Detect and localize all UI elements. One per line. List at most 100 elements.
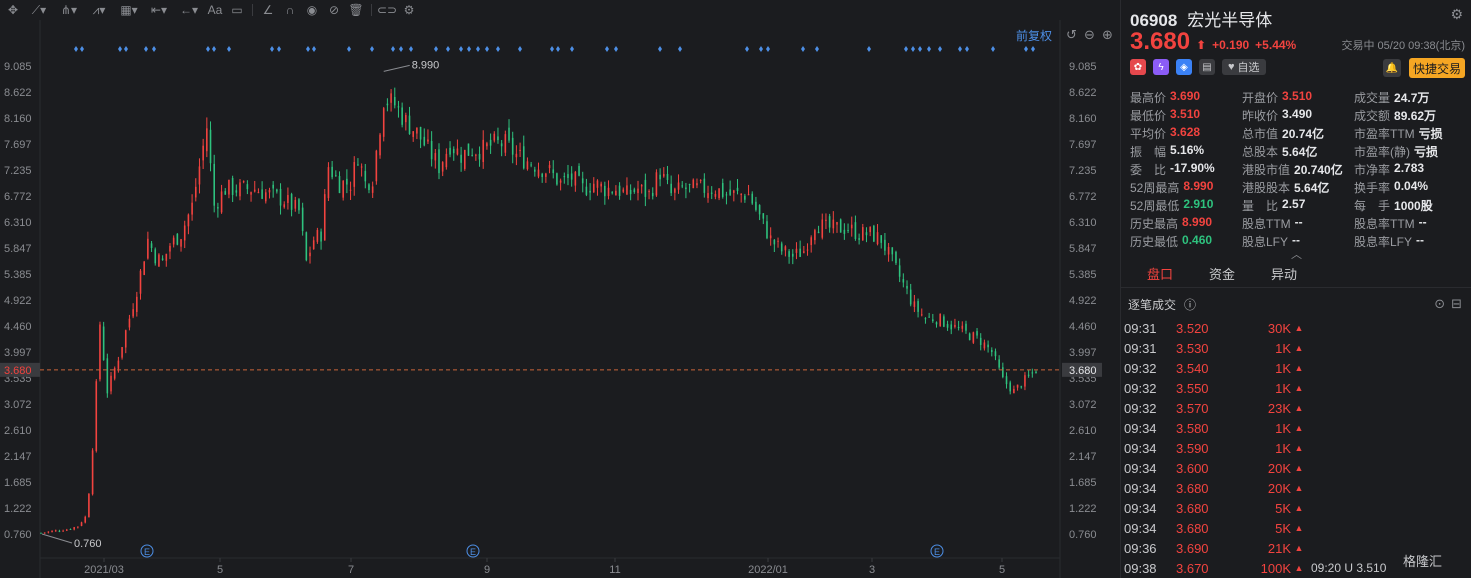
zoom-out-icon[interactable]: ⊖ bbox=[1084, 27, 1095, 43]
candle-body bbox=[475, 154, 477, 156]
candle-body bbox=[58, 530, 61, 532]
dividend-marker bbox=[745, 46, 749, 52]
candle-body bbox=[939, 313, 941, 326]
y-tick-label-left: 2.147 bbox=[4, 451, 32, 463]
candle-body bbox=[891, 247, 894, 255]
stat-label: 52周最低 bbox=[1130, 198, 1180, 213]
stat-value: -17.90% bbox=[1170, 160, 1215, 175]
chart-area[interactable]: ✥ ⟋▾ ⋔▾ ⩘▾ ▦▾ ⇤▾ ←▾ Aa ▭ ∠ ∩ ◉ ⊘ 🗑 ⊂⊃ ⚙ … bbox=[0, 0, 1120, 578]
hk-flag-icon[interactable]: ✿ bbox=[1130, 59, 1146, 75]
panel-tab[interactable]: 盘口 bbox=[1129, 262, 1191, 287]
collapse-chevron-icon[interactable]: ︿ bbox=[1291, 246, 1302, 262]
candle-body bbox=[65, 529, 68, 531]
candle-body bbox=[607, 187, 610, 197]
candle-body bbox=[666, 173, 669, 181]
candlestick-chart[interactable]: 9.085 9.085 8.622 8.622 8.160 8.160 7.697 7.697… bbox=[0, 0, 1120, 578]
stat-label: 股息率TTM bbox=[1354, 216, 1415, 231]
tick-price: 3.570 bbox=[1176, 400, 1209, 416]
candle-body bbox=[961, 325, 964, 329]
stat-value: 2.783 bbox=[1394, 160, 1425, 175]
candle-body bbox=[755, 201, 757, 210]
candle-body bbox=[604, 185, 606, 197]
stat-item: 开盘价 3.510 bbox=[1242, 89, 1354, 106]
tag-icon[interactable]: ◈ bbox=[1176, 59, 1192, 75]
bell-icon[interactable]: 🔔 bbox=[1383, 59, 1401, 77]
candle-body bbox=[839, 219, 842, 233]
candle-body bbox=[139, 270, 142, 294]
notes-icon[interactable]: ▤ bbox=[1199, 59, 1215, 75]
candle-body bbox=[463, 149, 466, 169]
candle-body bbox=[979, 337, 982, 345]
settings-icon[interactable]: ⚙ bbox=[1450, 6, 1463, 23]
candle-body bbox=[998, 359, 1000, 368]
zoom-in-icon[interactable]: ⊕ bbox=[1102, 27, 1113, 43]
tick-row: 09:34 3.680 20K ▲ bbox=[1121, 478, 1471, 498]
undo-icon[interactable]: ↺ bbox=[1066, 27, 1077, 43]
candle-body bbox=[217, 207, 219, 209]
tick-volume: 20K bbox=[1267, 460, 1291, 476]
dividend-marker bbox=[459, 46, 463, 52]
y-tick-label-left: 7.235 bbox=[4, 165, 32, 177]
candle-body bbox=[471, 154, 473, 156]
candle-body bbox=[887, 246, 890, 255]
candle-body bbox=[298, 199, 300, 211]
tick-row: 09:34 3.680 5K ▲ bbox=[1121, 518, 1471, 538]
stat-item: 52周最低 2.910 bbox=[1130, 197, 1242, 214]
tick-time: 09:34 bbox=[1124, 460, 1157, 476]
candle-body bbox=[618, 185, 621, 196]
candle-body bbox=[788, 251, 790, 257]
candle-body bbox=[246, 184, 249, 190]
panel-tab[interactable]: 资金 bbox=[1191, 262, 1253, 287]
candle-body bbox=[143, 261, 145, 275]
stats-row: 最低价 3.510 昨收价 3.490 成交额 89.62万 bbox=[1130, 106, 1466, 124]
event-marker-label: E bbox=[144, 547, 150, 557]
candle-body bbox=[581, 178, 584, 184]
dividend-marker bbox=[485, 46, 489, 52]
candle-body bbox=[578, 165, 580, 176]
y-tick-label-left: 1.685 bbox=[4, 477, 32, 489]
candle-body bbox=[836, 222, 838, 225]
adjust-mode-button[interactable]: 前复权 bbox=[1016, 27, 1052, 44]
dividend-marker bbox=[918, 46, 922, 52]
candle-body bbox=[287, 195, 289, 203]
tick-time: 09:34 bbox=[1124, 420, 1157, 436]
candle-body bbox=[508, 127, 510, 141]
buy-arrow-icon: ▲ bbox=[1294, 523, 1304, 533]
candle-body bbox=[895, 251, 897, 264]
dividend-marker bbox=[80, 46, 84, 52]
candle-body bbox=[327, 167, 330, 199]
candle-body bbox=[423, 136, 426, 146]
y-tick-label-right: 6.310 bbox=[1069, 217, 1097, 229]
lightning-icon[interactable]: ϟ bbox=[1153, 59, 1169, 75]
add-watchlist-button[interactable]: ♥ 自选 bbox=[1222, 59, 1266, 75]
panel-tab[interactable]: 异动 bbox=[1253, 262, 1315, 287]
tick-time: 09:32 bbox=[1124, 400, 1157, 416]
candle-body bbox=[264, 192, 267, 202]
buy-arrow-icon: ▲ bbox=[1294, 463, 1304, 473]
candle-body bbox=[176, 233, 179, 245]
candle-body bbox=[110, 375, 112, 392]
candle-body bbox=[880, 235, 883, 243]
candle-body bbox=[147, 238, 149, 259]
y-tick-label-right: 7.235 bbox=[1069, 165, 1097, 177]
stats-row: 平均价 3.628 总市值 20.74亿 市盈率TTM 亏损 bbox=[1130, 124, 1466, 142]
dividend-marker bbox=[118, 46, 122, 52]
expand-icon[interactable]: ⊟ bbox=[1451, 296, 1462, 312]
candle-body bbox=[482, 139, 485, 162]
fast-trade-button[interactable]: 快捷交易 bbox=[1409, 58, 1465, 78]
stat-value: 8.990 bbox=[1182, 214, 1213, 229]
dividend-marker bbox=[556, 46, 560, 52]
candle-body bbox=[519, 149, 521, 151]
candle-body bbox=[537, 169, 540, 177]
info-icon[interactable]: ⓘ bbox=[1184, 296, 1196, 313]
candle-body bbox=[456, 148, 459, 155]
dividend-marker bbox=[370, 46, 374, 52]
more-icon[interactable]: ⊙ bbox=[1434, 296, 1445, 312]
x-tick-label: 9 bbox=[484, 564, 490, 576]
candle-body bbox=[791, 253, 794, 257]
stat-label: 成交量 bbox=[1354, 90, 1391, 105]
stat-value: 5.16% bbox=[1170, 142, 1205, 157]
candle-body bbox=[626, 185, 628, 195]
y-tick-label-right: 6.772 bbox=[1069, 191, 1097, 203]
candle-body bbox=[1002, 367, 1004, 378]
